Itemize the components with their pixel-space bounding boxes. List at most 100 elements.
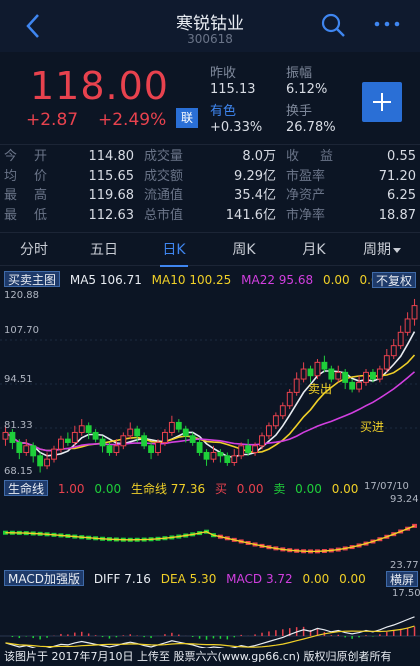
dea-line — [5, 625, 415, 648]
grid-cell-3-7: 18.87 — [378, 207, 416, 223]
tab-daily-k[interactable]: 日K — [144, 233, 204, 267]
grid-cell-2-3: 流通值 — [144, 188, 184, 203]
margin-badge[interactable]: 联 — [176, 108, 198, 128]
life-sell-label: 卖 — [273, 482, 286, 496]
amplitude-value: 6.12% — [286, 82, 328, 97]
grid-cell-2-1: 高 — [34, 188, 48, 203]
candle-body — [9, 431, 16, 443]
candle-body — [272, 415, 279, 427]
grid-cell-3-6 — [320, 206, 340, 226]
candle-body — [106, 445, 113, 453]
app-header: 寒锐钴业 300618 — [0, 0, 420, 52]
grid-cell-2-0: 最 — [4, 188, 18, 203]
ma5-value: MA5 106.71 — [69, 273, 142, 287]
macd-value: MACD 3.72 — [226, 572, 293, 586]
candle-body — [231, 455, 238, 463]
chevron-down-icon — [393, 247, 401, 253]
macd-indicator-button[interactable]: MACD加强版 — [4, 570, 84, 586]
grid-cell-0-3: 成交量 — [144, 149, 184, 164]
buy-signal-label: 买进 — [360, 420, 385, 434]
candle-body — [349, 381, 356, 390]
candle-body — [300, 368, 307, 380]
turnover-value: 26.78% — [286, 120, 336, 135]
y-tick-4: 81.33 — [4, 420, 33, 431]
grid-cell-0-6: 益 — [320, 149, 334, 164]
ma10-line — [5, 354, 416, 454]
candle-body — [51, 448, 57, 460]
macd-dea: DEA 5.30 — [160, 572, 217, 586]
y-tick-5: 68.15 — [4, 466, 33, 477]
grid-cell-2-2: 119.68 — [88, 188, 135, 203]
candle-body — [363, 371, 369, 383]
macd-top-value: 17.50 — [392, 588, 420, 599]
tab-monthly-k[interactable]: 月K — [284, 233, 344, 267]
stock-code: 300618 — [187, 32, 233, 46]
candle-body — [335, 371, 342, 380]
ma22-value: MA22 95.68 — [241, 273, 314, 287]
candle-body — [252, 445, 258, 453]
tab-five-day[interactable]: 五日 — [74, 233, 134, 267]
candle-body — [155, 441, 161, 453]
y-tick-2: 107.70 — [4, 325, 39, 336]
grid-cell-1-0: 均 — [4, 168, 18, 184]
candle-body — [266, 425, 272, 437]
tab-weekly-k[interactable]: 周K — [214, 233, 274, 267]
more-icon[interactable] — [372, 14, 402, 34]
candle-body — [411, 305, 418, 320]
life-line-value: 生命线 77.36 — [130, 482, 206, 496]
candle-body — [168, 421, 175, 433]
life-indicator-button[interactable]: 生命线 — [4, 480, 49, 496]
search-icon[interactable] — [320, 12, 346, 38]
life-v1: 1.00 — [57, 482, 85, 496]
candle-body — [279, 405, 286, 417]
candle-body — [245, 445, 252, 453]
candle-body — [16, 441, 23, 453]
macd-chart[interactable] — [0, 588, 420, 648]
ma5-line — [5, 331, 416, 458]
landscape-button[interactable]: 横屏 — [386, 571, 419, 587]
ma10-value: MA10 100.25 — [151, 273, 232, 287]
add-watchlist-button[interactable] — [362, 82, 402, 122]
candle-body — [182, 428, 189, 437]
candle-body — [30, 445, 37, 457]
grid-cell-3-3: 总市值 — [144, 207, 184, 223]
candle-body — [148, 445, 154, 453]
candle-body — [259, 435, 265, 447]
macd-v1: 0.00 — [302, 572, 330, 586]
candle-body — [238, 445, 245, 457]
candle-body — [397, 331, 404, 347]
adjust-button[interactable]: 不复权 — [372, 272, 417, 288]
grid-cell-1-3: 成交额 — [144, 168, 184, 184]
tab-intraday[interactable]: 分时 — [4, 233, 64, 267]
grid-cell-0-4: 8.0万 — [242, 149, 276, 164]
candle-body — [376, 368, 383, 380]
macd-v2: 0.00 — [339, 572, 366, 586]
sector-label[interactable]: 有色 — [210, 100, 236, 119]
grid-cell-2-6 — [320, 186, 340, 206]
life-top-value: 93.24 — [390, 494, 419, 505]
grid-cell-1-1: 价 — [34, 168, 48, 184]
candle-body — [37, 455, 44, 467]
grid-cell-3-1: 低 — [34, 207, 48, 223]
macd-indicator-row: MACD加强版 DIFF 7.16 DEA 5.30 MACD 3.72 0.0… — [4, 570, 372, 588]
candle-body — [342, 371, 349, 383]
candle-body — [99, 438, 106, 447]
main-indicator-button[interactable]: 买卖主图 — [4, 271, 61, 287]
life-buy-label: 买 — [214, 482, 227, 496]
grid-cell-1-2: 115.65 — [88, 168, 135, 184]
y-tick-3: 94.51 — [4, 374, 33, 385]
grid-cell-0-0: 今 — [4, 149, 18, 164]
candle-body — [307, 368, 314, 377]
life-v2: 0.00 — [94, 482, 122, 496]
candle-body — [321, 361, 328, 370]
tab-period[interactable]: 周期 — [350, 233, 414, 267]
candle-body — [328, 368, 335, 380]
grid-cell-0-1: 开 — [34, 149, 48, 164]
kline-chart[interactable] — [0, 290, 420, 478]
candle-body — [189, 435, 196, 443]
life-line-chart[interactable] — [0, 498, 420, 570]
grid-cell-3-0: 最 — [4, 207, 18, 223]
grid-cell-2-4: 35.4亿 — [234, 188, 276, 203]
grid-cell-1-4: 9.29亿 — [234, 168, 276, 184]
candle-body — [58, 438, 64, 450]
